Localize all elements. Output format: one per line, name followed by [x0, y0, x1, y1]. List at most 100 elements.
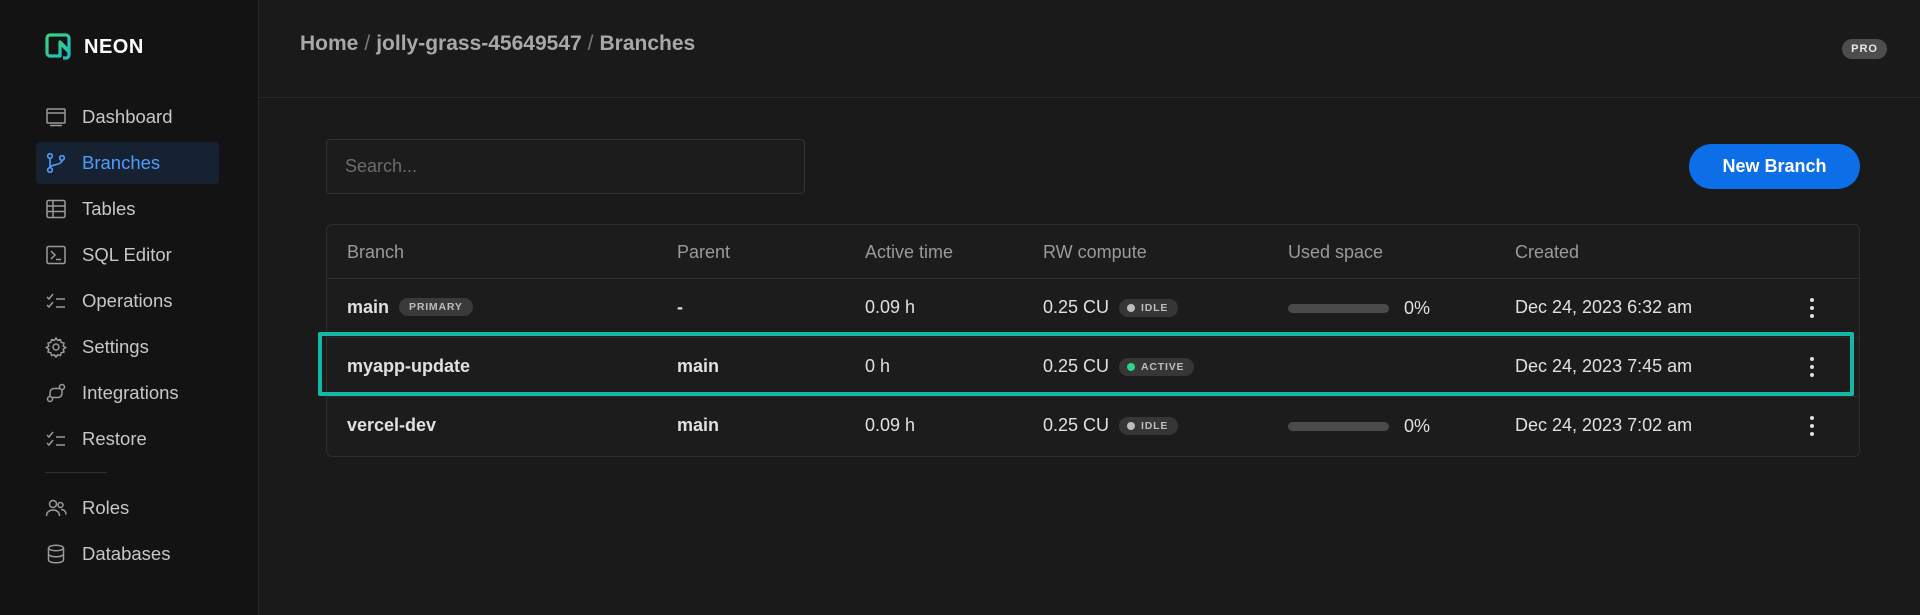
database-icon: [45, 543, 67, 565]
sidebar-item-restore[interactable]: Restore: [36, 418, 219, 460]
sidebar-item-integrations[interactable]: Integrations: [36, 372, 219, 414]
active-time-cell: 0.09 h: [865, 297, 916, 317]
sidebar-item-settings[interactable]: Settings: [36, 326, 219, 368]
app-root: NEON Dashboard Branches Tables SQL Edito…: [0, 0, 1920, 615]
sidebar-item-label: Integrations: [82, 382, 179, 403]
sidebar-item-label: Restore: [82, 428, 147, 449]
parent-cell: main: [677, 356, 720, 376]
sidebar-item-operations[interactable]: Operations: [36, 280, 219, 322]
users-icon: [45, 497, 67, 519]
search-input[interactable]: [326, 139, 805, 194]
status-badge: IDLE: [1119, 416, 1179, 435]
primary-badge: PRIMARY: [399, 298, 473, 316]
sidebar-item-sql-editor[interactable]: SQL Editor: [36, 234, 219, 276]
status-badge: ACTIVE: [1119, 357, 1195, 376]
main-content: Home/jolly-grass-45649547/Branches PRO N…: [259, 0, 1920, 615]
used-space-bar: [1288, 304, 1389, 313]
more-vertical-icon-dot: [1810, 314, 1814, 318]
used-space-value: 0%: [1404, 298, 1431, 318]
more-vertical-icon-dot: [1810, 365, 1814, 369]
branch-name[interactable]: myapp-update: [347, 356, 470, 376]
sidebar-item-label: SQL Editor: [82, 244, 172, 265]
sidebar-item-label: Operations: [82, 290, 173, 311]
sidebar-item-label: Settings: [82, 336, 149, 357]
breadcrumb-separator: /: [587, 32, 594, 55]
row-menu-button[interactable]: [1802, 354, 1822, 380]
status-label: IDLE: [1141, 419, 1169, 432]
plan-badge: PRO: [1842, 39, 1887, 59]
created-cell: Dec 24, 2023 7:02 am: [1515, 415, 1693, 435]
table-row[interactable]: main PRIMARY - 0.09 h 0.25 CU IDLE 0% Dec…: [327, 279, 1859, 338]
sidebar-item-label: Databases: [82, 543, 171, 564]
new-branch-button[interactable]: New Branch: [1689, 144, 1860, 189]
sidebar-item-roles[interactable]: Roles: [36, 487, 219, 529]
table-icon: [45, 198, 67, 220]
row-menu-button[interactable]: [1802, 295, 1822, 321]
created-cell: Dec 24, 2023 6:32 am: [1515, 297, 1693, 317]
breadcrumb-current: Branches: [599, 32, 696, 55]
sidebar-item-databases[interactable]: Databases: [36, 533, 219, 575]
more-vertical-icon-dot: [1810, 373, 1814, 377]
created-cell: Dec 24, 2023 7:45 am: [1515, 356, 1693, 376]
breadcrumb-project[interactable]: jolly-grass-45649547: [376, 32, 581, 55]
used-space-cell: 0%: [1288, 416, 1430, 437]
active-time-cell: 0.09 h: [865, 415, 916, 435]
status-label: ACTIVE: [1141, 360, 1185, 373]
branch-icon: [45, 152, 67, 174]
column-header-rw-compute[interactable]: RW compute: [1043, 242, 1147, 263]
sidebar-item-dashboard[interactable]: Dashboard: [36, 96, 219, 138]
neon-logo-icon: [45, 33, 71, 60]
active-time-cell: 0 h: [865, 356, 891, 376]
more-vertical-icon-dot: [1810, 416, 1814, 420]
branch-cell[interactable]: vercel-dev: [347, 415, 436, 436]
more-vertical-icon-dot: [1810, 424, 1814, 428]
table-header: Branch Parent Active time RW compute Use…: [327, 225, 1859, 279]
sidebar-item-label: Branches: [82, 152, 161, 173]
branch-cell[interactable]: main PRIMARY: [347, 297, 473, 318]
sidebar: NEON Dashboard Branches Tables SQL Edito…: [0, 0, 259, 615]
sidebar-item-tables[interactable]: Tables: [36, 188, 219, 230]
column-header-used-space[interactable]: Used space: [1288, 242, 1383, 263]
compute-size: 0.25 CU: [1043, 356, 1110, 376]
more-vertical-icon-dot: [1810, 306, 1814, 310]
compute-cell: 0.25 CU IDLE: [1043, 415, 1179, 436]
restore-icon: [45, 428, 67, 450]
status-label: IDLE: [1141, 301, 1169, 314]
compute-cell: 0.25 CU ACTIVE: [1043, 356, 1195, 377]
breadcrumb-home[interactable]: Home: [300, 32, 358, 55]
gear-icon: [45, 336, 67, 358]
column-header-active-time[interactable]: Active time: [865, 242, 953, 263]
sidebar-item-label: Tables: [82, 198, 136, 219]
compute-size: 0.25 CU: [1043, 297, 1110, 317]
parent-cell: main: [677, 415, 720, 435]
sidebar-item-branches[interactable]: Branches: [36, 142, 219, 184]
status-badge: IDLE: [1119, 298, 1179, 317]
status-dot: [1127, 421, 1136, 430]
more-vertical-icon-dot: [1810, 357, 1814, 361]
branch-name[interactable]: vercel-dev: [347, 415, 436, 435]
branch-name[interactable]: main: [347, 297, 389, 317]
compute-cell: 0.25 CU IDLE: [1043, 297, 1179, 318]
row-menu-button[interactable]: [1802, 413, 1822, 439]
more-vertical-icon-dot: [1810, 298, 1814, 302]
table-row[interactable]: vercel-dev main 0.09 h 0.25 CU IDLE 0% D…: [327, 397, 1859, 456]
branches-table: Branch Parent Active time RW compute Use…: [326, 224, 1860, 457]
operations-icon: [45, 290, 67, 312]
logo-text: NEON: [84, 35, 144, 58]
column-header-parent[interactable]: Parent: [677, 242, 730, 263]
sidebar-item-label: Roles: [82, 497, 130, 518]
table-row[interactable]: myapp-update main 0 h 0.25 CU ACTIVE Dec…: [327, 338, 1859, 397]
nav-divider: [45, 472, 107, 473]
sql-editor-icon: [45, 244, 67, 266]
parent-cell: -: [677, 297, 683, 317]
neon-logo[interactable]: NEON: [44, 33, 144, 61]
more-vertical-icon-dot: [1810, 432, 1814, 436]
integrations-icon: [45, 382, 67, 404]
used-space-value: 0%: [1404, 416, 1431, 436]
used-space-cell: 0%: [1288, 298, 1430, 319]
column-header-created[interactable]: Created: [1515, 242, 1579, 263]
branch-cell[interactable]: myapp-update: [347, 356, 470, 377]
dashboard-icon: [45, 106, 67, 128]
status-dot: [1127, 362, 1136, 371]
column-header-branch[interactable]: Branch: [347, 242, 404, 263]
